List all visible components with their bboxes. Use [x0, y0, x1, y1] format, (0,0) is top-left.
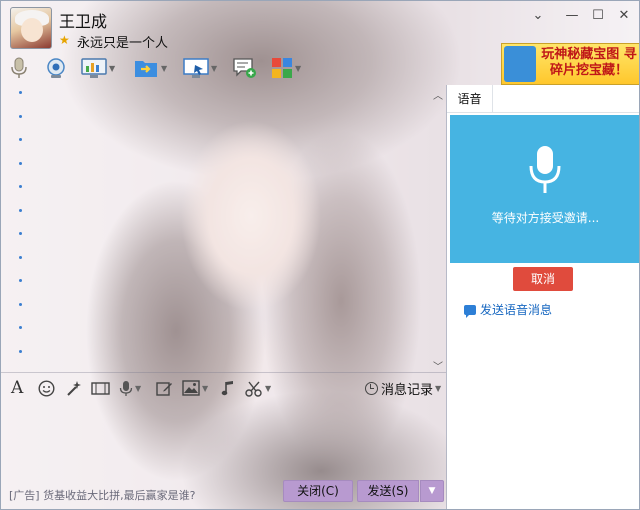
scroll-up-icon[interactable]: ︿ — [433, 87, 443, 102]
monitor-chart-icon — [81, 58, 107, 78]
screen-share-icon — [183, 58, 209, 78]
chevron-down-icon[interactable]: ▼ — [211, 64, 217, 73]
magic-wand-icon[interactable] — [65, 377, 82, 399]
screenshot-scissors-icon[interactable]: ▼ — [245, 377, 271, 399]
chevron-down-icon[interactable]: ▼ — [202, 384, 208, 393]
signature: 永远只是一个人 — [77, 36, 169, 51]
avatar[interactable] — [10, 7, 52, 49]
contact-name[interactable]: 王卫成 — [59, 8, 107, 32]
webcam-icon — [47, 58, 65, 78]
video-clip-icon[interactable] — [91, 377, 110, 399]
side-tab-bar: 语音 — [447, 85, 639, 113]
send-voice-message-label: 发送语音消息 — [480, 303, 553, 317]
tab-voice[interactable]: 语音 — [447, 85, 493, 113]
message-history-button[interactable]: 消息记录 ▼ — [365, 377, 441, 399]
video-call-button[interactable] — [45, 55, 67, 81]
ad-banner[interactable]: 玩神秘藏宝图 寻碎片挖宝藏！ — [501, 43, 639, 85]
apps-grid-icon — [272, 58, 292, 78]
message-plus-icon — [233, 58, 256, 78]
chevron-down-icon[interactable]: ▼ — [161, 64, 167, 73]
microphone-icon — [529, 146, 561, 193]
chevron-down-icon[interactable]: ▼ — [135, 384, 141, 393]
apps-button[interactable]: ▼ — [271, 55, 301, 81]
waiting-status-text: 等待对方接受邀请... — [491, 211, 600, 225]
ad-banner-text: 玩神秘藏宝图 寻碎片挖宝藏！ — [541, 47, 637, 78]
chevron-down-icon[interactable]: ▼ — [265, 384, 271, 393]
ad-logo — [504, 46, 536, 82]
chevron-down-icon[interactable]: ⌄ — [527, 7, 549, 25]
cancel-call-button[interactable]: 取消 — [513, 267, 573, 291]
new-message-button[interactable] — [233, 55, 257, 81]
send-file-button[interactable]: ▼ — [133, 55, 167, 81]
side-panel: 语音 等待对方接受邀请... 取消 发送语音消息 — [447, 85, 639, 509]
image-icon[interactable]: ▼ — [182, 377, 208, 399]
emoji-icon[interactable] — [38, 377, 55, 399]
font-icon[interactable]: A — [11, 377, 23, 399]
message-markers — [19, 91, 22, 373]
maximize-button[interactable]: ☐ — [587, 7, 609, 25]
edit-icon[interactable] — [156, 377, 173, 399]
voice-call-panel: 等待对方接受邀请... — [450, 115, 639, 263]
chat-window: 王卫成 ★ 永远只是一个人 ⌄ — ☐ ✕ 玩神秘藏宝图 寻碎片挖宝藏！ ▼ ▼… — [0, 0, 640, 510]
remote-desktop-button[interactable]: ▼ — [81, 55, 115, 81]
microphone-icon — [11, 57, 27, 78]
send-button[interactable]: 发送(S) — [357, 480, 419, 502]
send-options-button[interactable]: ▼ — [420, 480, 444, 502]
chat-bubble-icon — [464, 304, 476, 318]
star-icon: ★ — [59, 33, 70, 47]
message-history-label: 消息记录 — [381, 382, 434, 398]
chevron-down-icon[interactable]: ▼ — [435, 384, 441, 393]
chevron-down-icon[interactable]: ▼ — [295, 64, 301, 73]
close-button[interactable]: 关闭(C) — [283, 480, 353, 502]
voice-call-button[interactable] — [10, 55, 28, 81]
voice-message-icon[interactable]: ▼ — [119, 377, 141, 399]
scroll-down-icon[interactable]: ﹀ — [433, 358, 443, 373]
close-window-button[interactable]: ✕ — [613, 7, 635, 25]
footer-ad-link[interactable]: [广告] 货基收益大比拼,最后赢家是谁? — [9, 487, 195, 503]
folder-arrow-icon — [135, 61, 157, 77]
chevron-down-icon[interactable]: ▼ — [109, 64, 115, 73]
screen-share-button[interactable]: ▼ — [183, 55, 217, 81]
message-history-area[interactable] — [1, 85, 446, 375]
minimize-button[interactable]: — — [561, 7, 583, 25]
send-voice-message-link[interactable]: 发送语音消息 — [464, 301, 552, 318]
music-icon[interactable] — [221, 377, 235, 399]
clock-icon — [365, 381, 378, 395]
